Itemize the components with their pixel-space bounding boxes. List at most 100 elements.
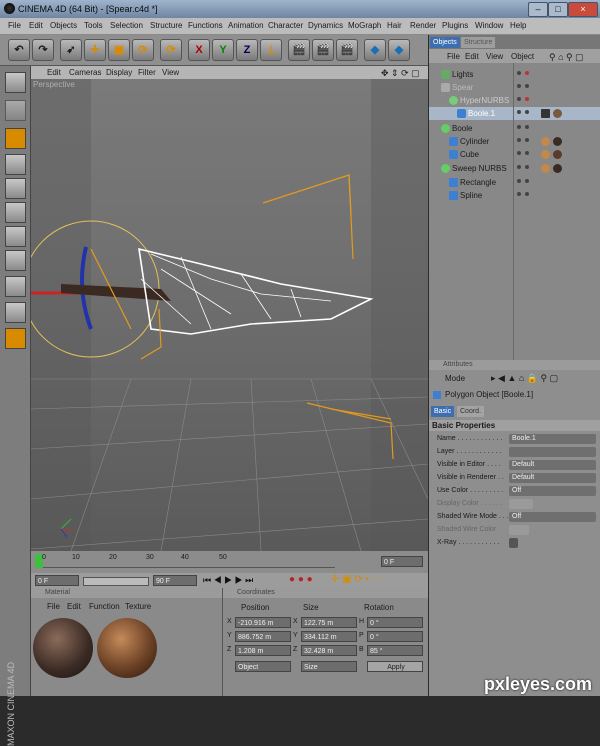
select-icon[interactable]: ➶ [60, 39, 82, 61]
current-frame-field[interactable]: 0 F [381, 556, 423, 567]
material-tag-icon[interactable] [553, 137, 562, 146]
undo-icon[interactable]: ↶ [8, 39, 30, 61]
object-mode-select[interactable]: Object [235, 661, 291, 672]
animation-mode-icon[interactable] [5, 250, 26, 271]
coordinate-system-icon[interactable]: ⊥ [260, 39, 282, 61]
model-mode-icon[interactable] [5, 128, 26, 149]
visible-renderer-select[interactable]: Default [509, 473, 596, 483]
end-frame-field[interactable]: 90 F [153, 575, 197, 586]
material-swatch-rough[interactable] [33, 618, 93, 678]
visibility-dot[interactable] [517, 151, 521, 155]
tree-item-hypernurbs[interactable]: HyperNURBS [429, 94, 600, 107]
menu-tools[interactable]: Tools [84, 21, 103, 30]
viewport-menu-display[interactable]: Display [106, 68, 132, 77]
make-editable-icon[interactable] [5, 72, 26, 93]
menu-mograph[interactable]: MoGraph [348, 21, 381, 30]
menu-render[interactable]: Render [410, 21, 436, 30]
shaded-wire-color-swatch[interactable] [509, 525, 529, 535]
display-color-swatch[interactable] [509, 499, 533, 509]
xray-checkbox[interactable] [509, 538, 518, 548]
menu-functions[interactable]: Functions [188, 21, 223, 30]
maximize-button[interactable]: □ [548, 2, 568, 17]
close-button[interactable]: × [568, 2, 598, 17]
scale-icon[interactable]: ▣ [108, 39, 130, 61]
render-dot[interactable] [525, 125, 529, 129]
texture-tag-icon[interactable] [541, 137, 550, 146]
render-picture-viewer-icon[interactable]: 🎬 [312, 39, 334, 61]
material-menu-texture[interactable]: Texture [125, 602, 151, 611]
viewport-menu-edit[interactable]: Edit [47, 68, 61, 77]
apply-button[interactable]: Apply [367, 661, 423, 672]
z-axis-button[interactable]: Z [236, 39, 258, 61]
range-slider[interactable] [83, 577, 149, 586]
polygons-mode-icon[interactable] [5, 226, 26, 247]
tab-structure[interactable]: Structure [461, 37, 496, 48]
move-icon[interactable]: ✛ [84, 39, 106, 61]
snap-icon[interactable] [5, 302, 26, 323]
pos-z-field[interactable]: 1.208 m [235, 645, 291, 656]
menu-help[interactable]: Help [510, 21, 526, 30]
tree-item-boole1[interactable]: Boole.1 [429, 107, 600, 120]
render-dot[interactable] [525, 84, 529, 88]
visible-editor-select[interactable]: Default [509, 460, 596, 470]
pos-x-field[interactable]: -210.916 m [235, 617, 291, 628]
menu-structure[interactable]: Structure [150, 21, 182, 30]
render-settings-icon[interactable]: 🎬 [336, 39, 358, 61]
timeline[interactable]: 0 10 20 30 40 50 0 F [31, 551, 428, 573]
pos-y-field[interactable]: 886.752 m [235, 631, 291, 642]
x-axis-button[interactable]: X [188, 39, 210, 61]
name-field[interactable]: Boole.1 [509, 434, 596, 444]
render-dot[interactable] [525, 165, 529, 169]
edges-mode-icon[interactable] [5, 202, 26, 223]
menu-edit[interactable]: Edit [29, 21, 43, 30]
perspective-viewport[interactable]: Perspective [31, 79, 428, 551]
render-dot[interactable] [525, 192, 529, 196]
menu-window[interactable]: Window [475, 21, 503, 30]
attr-tab-basic[interactable]: Basic [431, 406, 455, 417]
viewport-menu-filter[interactable]: Filter [138, 68, 156, 77]
recent-tool-icon[interactable]: ⟳ [160, 39, 182, 61]
material-menu-edit[interactable]: Edit [67, 602, 81, 611]
texture-tag-icon[interactable] [541, 164, 550, 173]
size-z-field[interactable]: 32.428 m [301, 645, 357, 656]
obj-menu-file[interactable]: File [447, 52, 460, 61]
material-tag-icon[interactable] [553, 150, 562, 159]
record-keys-icons[interactable]: ● ● ● [289, 574, 313, 585]
shaded-wire-mode-select[interactable]: Off [509, 512, 596, 522]
render-view-icon[interactable]: 🎬 [288, 39, 310, 61]
layer-field[interactable] [509, 447, 596, 457]
render-dot[interactable] [525, 138, 529, 142]
obj-search-icons[interactable]: ⚲ ⌂ ⚲ ▢ [549, 52, 584, 63]
render-dot[interactable] [525, 110, 529, 114]
menu-dynamics[interactable]: Dynamics [308, 21, 343, 30]
tree-item-spear[interactable]: Spear [429, 81, 600, 94]
render-dot[interactable] [525, 97, 529, 101]
size-y-field[interactable]: 334.112 m [301, 631, 357, 642]
visibility-dot[interactable] [517, 192, 521, 196]
attr-tab-coord[interactable]: Coord. [457, 406, 485, 417]
tab-objects[interactable]: Objects [430, 37, 460, 48]
obj-menu-view[interactable]: View [486, 52, 503, 61]
minimize-button[interactable]: – [528, 2, 548, 17]
menu-character[interactable]: Character [268, 21, 303, 30]
viewport-nav-icons[interactable]: ✥ ⇕ ⟳ ▢ [381, 68, 420, 79]
obj-menu-edit[interactable]: Edit [465, 52, 479, 61]
key-type-icons[interactable]: ✛ ▣ ⟳ ▪ ⋯ [331, 574, 382, 585]
redo-icon[interactable]: ↷ [32, 39, 54, 61]
tree-item-cylinder[interactable]: Cylinder [429, 135, 600, 148]
size-x-field[interactable]: 122.75 m [301, 617, 357, 628]
obj-menu-object[interactable]: Object [511, 52, 534, 61]
material-tag-icon[interactable] [553, 109, 562, 118]
rot-b-field[interactable]: 85 ° [367, 645, 423, 656]
rotate-icon[interactable]: ⟳ [132, 39, 154, 61]
rot-p-field[interactable]: 0 ° [367, 631, 423, 642]
menu-hair[interactable]: Hair [387, 21, 402, 30]
render-dot[interactable] [525, 71, 529, 75]
mode-menu[interactable]: Mode [445, 374, 465, 383]
menu-objects[interactable]: Objects [50, 21, 77, 30]
nurbs-icon[interactable]: ◆ [388, 39, 410, 61]
use-color-select[interactable]: Off [509, 486, 596, 496]
texture-tag-icon[interactable] [541, 109, 550, 118]
tree-item-lights[interactable]: Lights [429, 68, 600, 81]
sculpt-icon[interactable] [5, 328, 26, 349]
